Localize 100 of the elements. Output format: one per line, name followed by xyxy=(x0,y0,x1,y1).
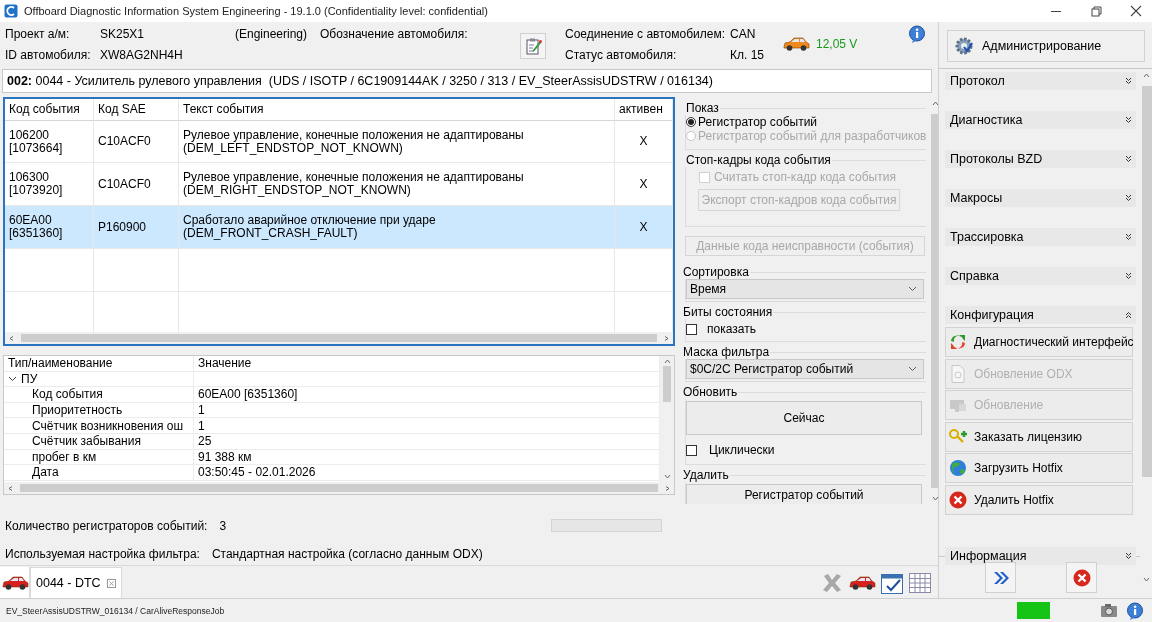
horizontal-scrollbar[interactable] xyxy=(4,482,674,494)
scrollbar-thumb[interactable] xyxy=(1141,86,1152,477)
clipboard-pencil-icon xyxy=(524,36,542,55)
scrollbar-thumb[interactable] xyxy=(930,114,938,488)
table-cell[interactable]: Сработало аварийное отключение при ударе (DEM_FRONT_CRASH_FAULT) xyxy=(179,206,615,249)
property-value: 91 388 км xyxy=(198,449,252,464)
restore-icon[interactable] xyxy=(1088,3,1104,19)
expand-icon[interactable] xyxy=(1125,233,1132,241)
field-label: Статус автомобиля: xyxy=(565,47,678,62)
property-value: 25 xyxy=(198,434,212,449)
swap-arrows-icon xyxy=(948,332,968,352)
field-value: CAN xyxy=(730,26,757,41)
group-label: Удалить xyxy=(682,468,730,482)
chevron-down-icon[interactable] xyxy=(8,375,17,382)
expand-icon[interactable] xyxy=(1125,272,1132,280)
checkbox-label[interactable]: показать xyxy=(707,322,756,336)
table-cell[interactable]: X xyxy=(615,121,673,163)
property-name: пробег в км xyxy=(32,449,97,464)
window-title: Offboard Diagnostic Information System Engineering - 19.1.0 (Confidentiality level: confidential) xyxy=(24,5,489,17)
dropdown[interactable]: $0C/2C Регистратор событий xyxy=(686,359,925,379)
menu-item: Обновление xyxy=(945,390,1133,421)
group-label: Обновить xyxy=(682,385,739,399)
column-header: активен xyxy=(615,99,673,121)
property-name: Дата xyxy=(32,465,59,480)
forward-button[interactable] xyxy=(985,562,1016,593)
section-header[interactable]: Макросы xyxy=(945,189,1136,207)
section-header[interactable]: Информация xyxy=(945,546,1136,565)
expand-icon[interactable] xyxy=(1125,194,1132,202)
delete-button[interactable]: Регистратор событий xyxy=(686,484,922,504)
menu-item[interactable]: Удалить Hotfix xyxy=(945,484,1133,515)
column-header: Значение xyxy=(194,356,660,372)
scrollbar-thumb[interactable] xyxy=(663,366,671,402)
column-header: Код SAE xyxy=(94,99,179,121)
field-value: XW8AG2NH4H xyxy=(100,47,184,62)
section-header[interactable]: Протокол xyxy=(945,72,1136,90)
tree-node[interactable]: ПУ xyxy=(21,371,38,386)
group-label: Сортировка xyxy=(682,265,750,279)
section-header[interactable]: Трассировка xyxy=(945,228,1136,246)
section-header[interactable]: Диагностика xyxy=(945,111,1136,129)
export-button: Экспорт стоп-кадров кода события xyxy=(698,189,900,211)
grid-icon[interactable] xyxy=(908,570,932,595)
car-icon xyxy=(782,36,810,52)
field-label: Проект а/м: xyxy=(5,26,71,41)
module-title: 002: 0044 - Усилитель рулевого управления (UDS / ISOTP / 6C1909144AK / 3250 / 313 / EV_SteerAssisUDSTRW / 016134) xyxy=(2,69,932,93)
voltage-value: 12,05 V xyxy=(816,37,859,51)
property-value: 1 xyxy=(198,418,205,433)
checkbox[interactable] xyxy=(686,323,697,335)
fault-data-button: Данные кода неисправности (события) xyxy=(685,236,925,256)
checkbox-label: Считать стоп-кадр кода события xyxy=(714,170,896,184)
vertical-scrollbar[interactable] xyxy=(660,356,674,482)
table-cell[interactable]: Рулевое управление, конечные положения не адаптированы (DEM_LEFT_ENDSTOP_NOT_KNOWN) xyxy=(179,121,615,163)
gear-icon xyxy=(954,36,974,56)
table-cell[interactable]: 60EA00 [6351360] xyxy=(5,206,94,249)
close-icon[interactable] xyxy=(1128,3,1144,19)
cancel-button[interactable] xyxy=(1066,562,1097,593)
menu-item[interactable]: Диагностический интерфейс xyxy=(945,327,1133,357)
scrollbar-thumb[interactable] xyxy=(21,334,657,342)
dropdown[interactable]: Время xyxy=(686,279,925,299)
table-cell[interactable]: X xyxy=(615,206,673,249)
remove-icon xyxy=(1071,567,1092,588)
scrollbar-thumb[interactable] xyxy=(20,484,658,492)
expand-icon[interactable] xyxy=(1125,116,1132,124)
property-value: 1 xyxy=(198,403,205,418)
horizontal-scrollbar[interactable] xyxy=(5,332,673,344)
expand-icon[interactable] xyxy=(1125,551,1132,560)
radio-label[interactable]: Регистратор событий xyxy=(698,115,818,129)
administration-button[interactable]: Администрирование xyxy=(947,30,1145,62)
checkbox-label[interactable]: Циклически xyxy=(709,443,775,457)
section-header[interactable]: Справка xyxy=(945,267,1136,285)
status-text: EV_SteerAssisUDSTRW_016134 / CarAliveResponseJob xyxy=(6,605,226,616)
property-name: Приоритетность xyxy=(32,403,123,418)
chevron-down-icon xyxy=(908,366,918,372)
info-icon xyxy=(1126,601,1144,620)
expand-icon[interactable] xyxy=(1125,155,1132,163)
refresh-now-button[interactable]: Сейчас xyxy=(686,401,922,435)
globe-icon xyxy=(948,458,968,479)
table-cell[interactable]: 106200 [1073664] xyxy=(5,121,94,163)
tab[interactable]: 0044 - DTC xyxy=(30,567,122,598)
property-name: Счётчик забывания xyxy=(32,434,141,449)
group-label: Маска фильтра xyxy=(682,345,771,359)
section-header[interactable]: Конфигурация xyxy=(945,306,1136,324)
section-header[interactable]: Протоколы BZD xyxy=(945,150,1136,168)
camera-icon[interactable] xyxy=(1100,601,1118,618)
remove-icon xyxy=(948,489,968,510)
checkbox[interactable] xyxy=(686,444,697,456)
car-tab-icon[interactable] xyxy=(0,574,29,591)
menu-item[interactable]: Загрузить Hotfix xyxy=(945,453,1133,484)
menu-item[interactable]: Заказать лицензию xyxy=(945,421,1133,452)
info-icon xyxy=(908,24,926,43)
group-label: Стоп-кадры кода события xyxy=(685,153,832,167)
radio-button[interactable] xyxy=(686,117,696,127)
group-label: Биты состояния xyxy=(682,305,774,319)
table-cell[interactable]: P160900 xyxy=(94,206,179,249)
car-icon[interactable] xyxy=(848,574,876,591)
field-label: Обозначение автомобиля: xyxy=(320,26,469,41)
field-value: 3 xyxy=(219,519,227,533)
table-cell[interactable]: C10ACF0 xyxy=(94,121,179,163)
collapse-icon[interactable] xyxy=(1125,311,1132,319)
edit-button[interactable] xyxy=(520,32,546,59)
expand-icon[interactable] xyxy=(1125,77,1132,85)
